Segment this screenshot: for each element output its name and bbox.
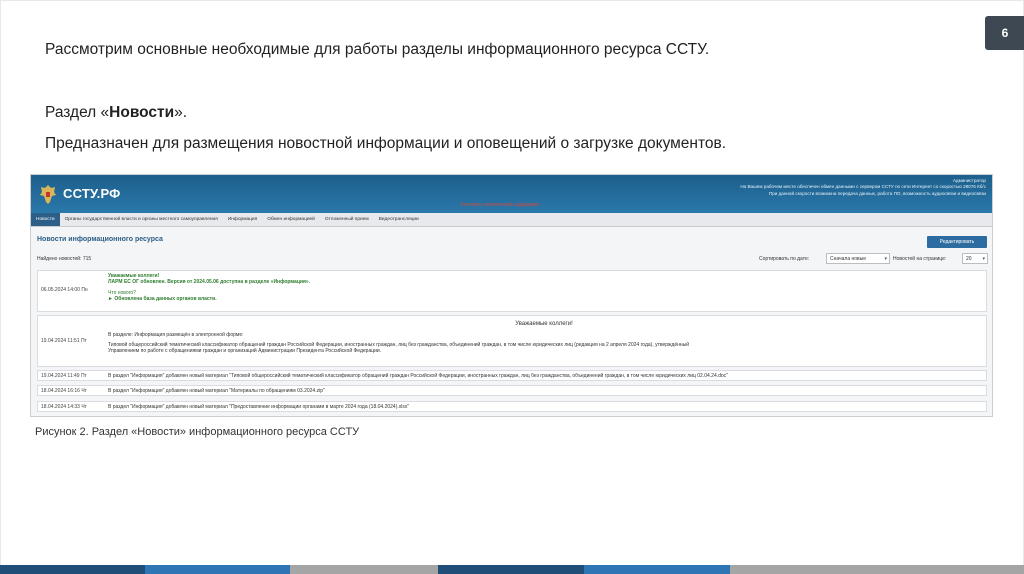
news-item[interactable]: 18.04.2024 14:33 Чт В раздел "Информация… <box>37 401 987 412</box>
nav-tab-exchange[interactable]: Обмен информацией <box>262 213 320 226</box>
section-heading: Раздел «Новости». <box>45 104 187 122</box>
heading-prefix: Раздел « <box>45 104 110 121</box>
sort-select[interactable]: Сначала новые ▾ <box>826 253 890 264</box>
support-contacts-link[interactable]: Контакты технической поддержки <box>461 202 539 208</box>
embedded-screenshot: ССТУ.РФ Администратор На Вашем рабочем м… <box>30 174 993 417</box>
nav-tab-video[interactable]: Видеотрансляции <box>374 213 424 226</box>
nav-tab-news[interactable]: Новости <box>31 213 60 226</box>
sort-value: Сначала новые <box>830 255 867 262</box>
nav-tab-authorities[interactable]: Органы государственной власти и органы м… <box>60 213 223 226</box>
site-logo-text[interactable]: ССТУ.РФ <box>63 186 120 201</box>
news-line: Управлением по работе с обращениями граж… <box>108 348 382 355</box>
intro-text: Рассмотрим основные необходимые для рабо… <box>45 41 710 58</box>
news-section-title: Новости информационного ресурса <box>37 236 163 243</box>
main-nav: Новости Органы государственной власти и … <box>31 213 992 227</box>
page-number-badge: 6 <box>985 16 1024 50</box>
eagle-emblem-icon <box>40 185 56 204</box>
news-line: ► Обновлена база данных органов власти. <box>108 296 217 303</box>
news-body: Уважаемые коллеги! ЛАРМ ЕС ОГ обновлен. … <box>108 273 980 303</box>
bar-segment <box>438 565 584 574</box>
per-page-select[interactable]: 20 ▾ <box>962 253 988 264</box>
news-item[interactable]: 06.05.2024 14:00 Пн Уважаемые коллеги! Л… <box>37 270 987 312</box>
news-date: 18.04.2024 16:16 Чт <box>41 388 87 394</box>
per-page-label: Новостей на странице: <box>893 256 947 262</box>
sort-label: Сортировать по дате: <box>759 256 810 262</box>
section-description: Предназначен для размещения новостной ин… <box>45 135 727 152</box>
nav-tab-information[interactable]: Информация <box>223 213 262 226</box>
news-date: 19.04.2024 11:51 Пт <box>41 338 87 344</box>
chevron-down-icon: ▾ <box>982 256 985 262</box>
bar-segment <box>584 565 730 574</box>
news-item[interactable]: 19.04.2024 11:51 Пт Уважаемые коллеги! В… <box>37 315 987 367</box>
heading-bold: Новости <box>109 104 175 121</box>
news-body: Уважаемые коллеги! В разделе: Информация… <box>108 321 980 355</box>
news-count: Найдено новостей: 715 <box>37 256 92 262</box>
news-title: Уважаемые коллеги! <box>515 321 573 327</box>
bar-segment <box>0 565 145 574</box>
news-date: 19.04.2024 11:49 Пт <box>41 373 87 379</box>
per-page-value: 20 <box>966 255 972 262</box>
figure-caption: Рисунок 2. Раздел «Новости» информационн… <box>35 426 360 438</box>
site-header: ССТУ.РФ Администратор На Вашем рабочем м… <box>31 175 992 213</box>
bar-segment <box>290 565 438 574</box>
heading-suffix: ». <box>174 104 188 121</box>
news-item[interactable]: 19.04.2024 11:49 Пт В раздел "Информация… <box>37 370 987 381</box>
header-speed-line: На Вашем рабочем месте обеспечен обмен д… <box>740 184 986 190</box>
news-body: В раздел "Информация" добавлен новый мат… <box>108 404 410 410</box>
news-date: 06.05.2024 14:00 Пн <box>41 287 88 293</box>
news-date: 18.04.2024 14:33 Чт <box>41 404 87 410</box>
news-item[interactable]: 18.04.2024 16:16 Чт В раздел "Информация… <box>37 385 987 396</box>
edit-button[interactable]: Редактировать <box>927 236 987 248</box>
bottom-decor-bar <box>0 565 1024 574</box>
news-body: В раздел "Информация" добавлен новый мат… <box>108 373 728 379</box>
bar-segment <box>145 565 290 574</box>
bar-segment <box>730 565 1024 574</box>
chevron-down-icon: ▾ <box>884 256 887 262</box>
news-body: В раздел "Информация" добавлен новый мат… <box>108 388 325 394</box>
header-speed-note: При данной скорости возможна передача да… <box>768 190 986 196</box>
nav-tab-deferred[interactable]: Отложенный прием <box>320 213 374 226</box>
header-info: Администратор На Вашем рабочем месте обе… <box>740 178 986 197</box>
